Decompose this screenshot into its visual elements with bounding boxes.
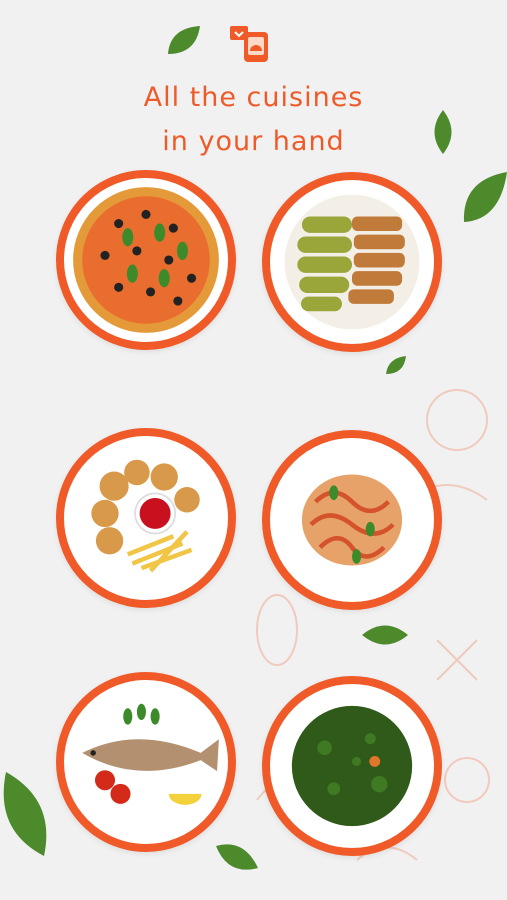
- dish-molokhia-soup[interactable]: [262, 676, 442, 856]
- basil-leaf-icon: [362, 625, 408, 645]
- app-logo-icon: [230, 26, 268, 62]
- basil-leaf-icon: [216, 844, 258, 870]
- dish-pizza[interactable]: [56, 170, 236, 350]
- pasta-dish-icon: [284, 452, 420, 588]
- dish-grilled-fish[interactable]: [56, 672, 236, 852]
- fried-chicken-dish-icon: [78, 450, 214, 586]
- pizza-dish-icon: [73, 187, 219, 333]
- basil-leaf-icon: [3, 772, 47, 856]
- grilled-fish-dish-icon: [78, 694, 219, 830]
- basil-leaf-icon: [168, 26, 200, 54]
- dish-fried-chicken[interactable]: [56, 428, 236, 608]
- basil-leaf-icon: [463, 172, 507, 222]
- molokhia-soup-dish-icon: [284, 698, 420, 834]
- dish-pasta[interactable]: [262, 430, 442, 610]
- stuffed-zucchini-dish-icon: [284, 194, 420, 330]
- basil-leaf-icon: [386, 356, 406, 374]
- dish-stuffed-zucchini[interactable]: [262, 172, 442, 352]
- basil-leaf-icon: [434, 110, 452, 154]
